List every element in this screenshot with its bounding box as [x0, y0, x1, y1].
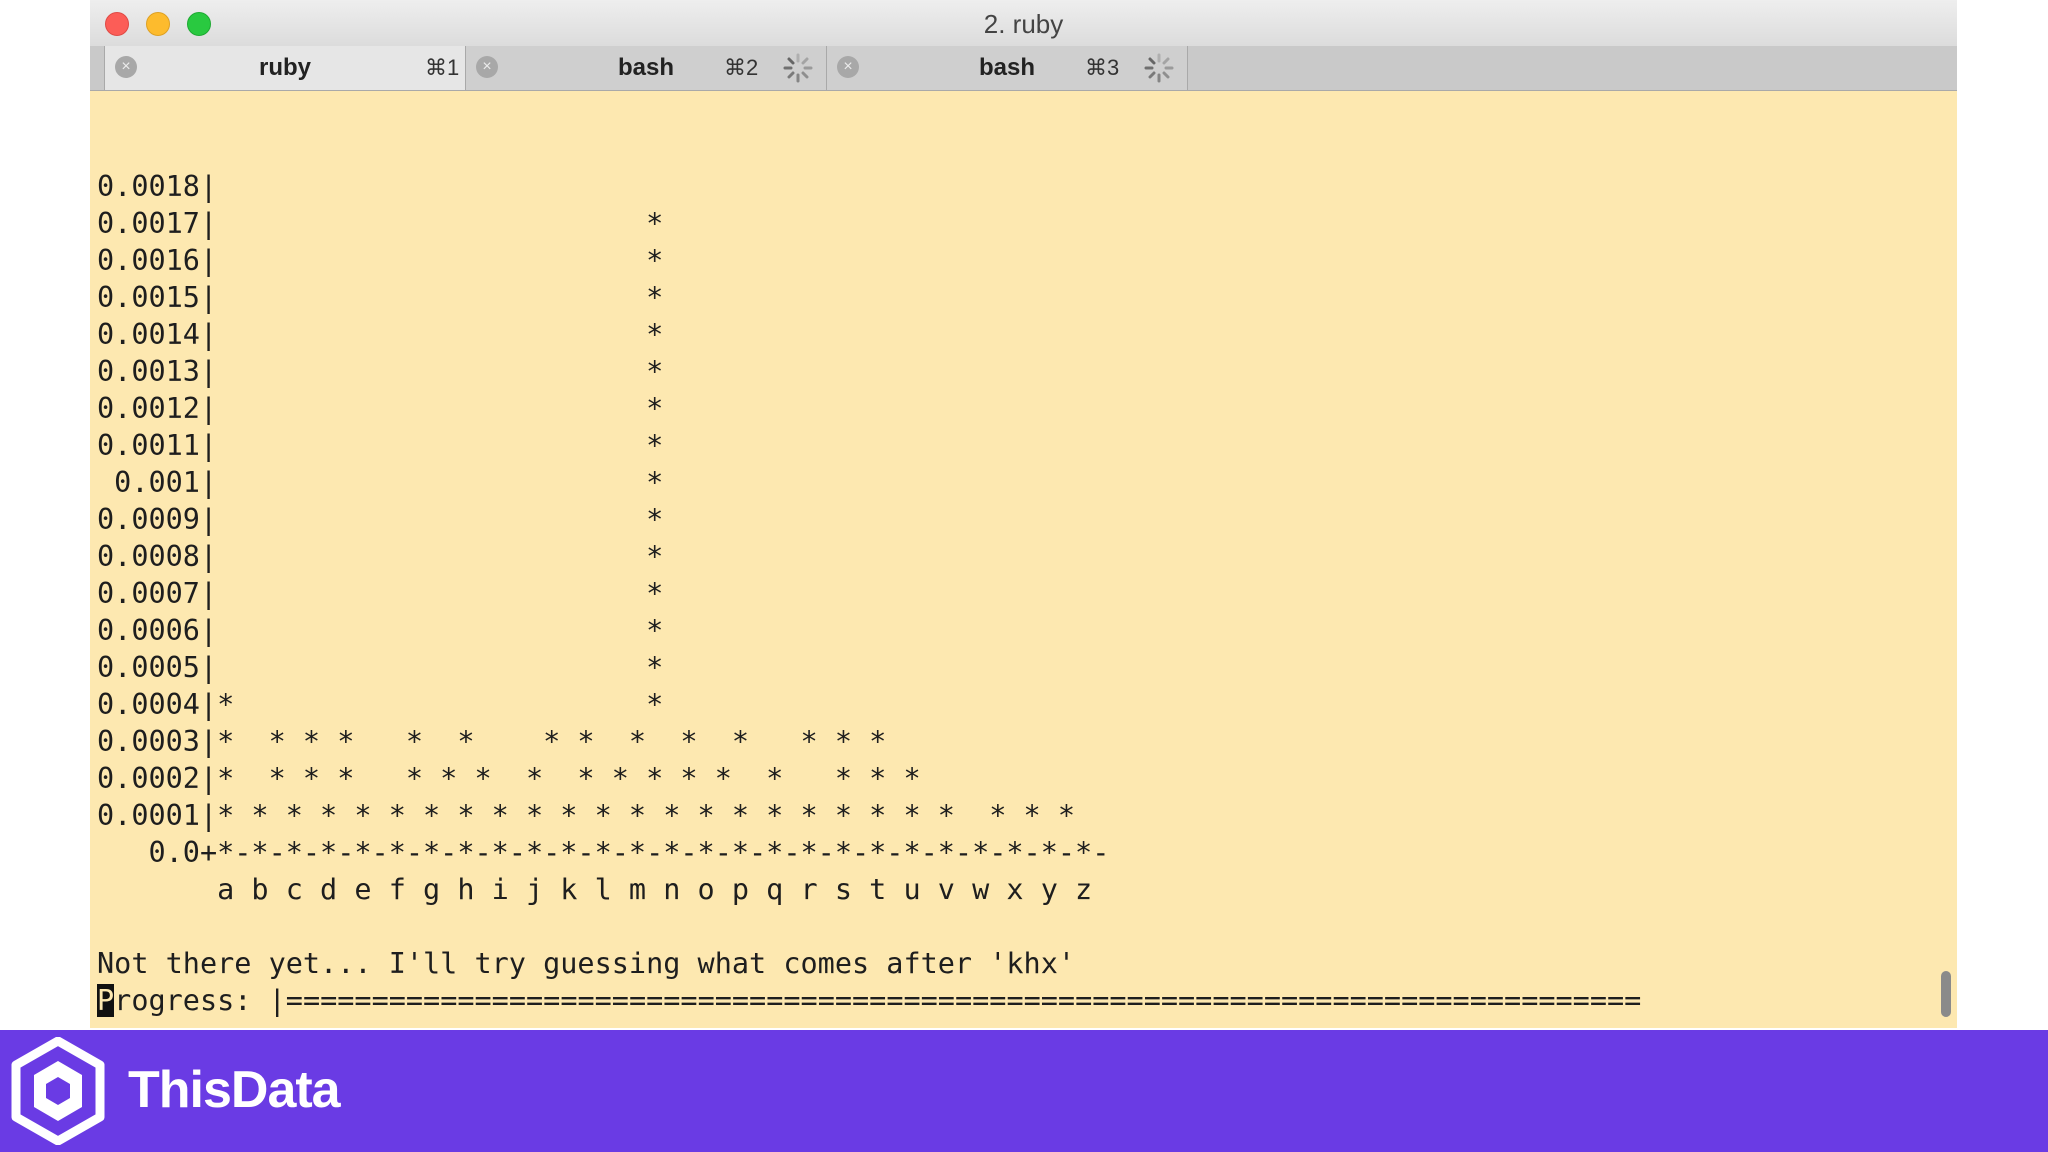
- chart-line: 0.0015| *: [97, 281, 664, 314]
- brand-footer: ThisData: [0, 1030, 2048, 1152]
- chart-line: 0.0016| *: [97, 244, 664, 277]
- chart-line: 0.0007| *: [97, 577, 664, 610]
- brand-name: ThisData: [128, 1061, 341, 1119]
- chart-line: 0.0002|* * * * * * * * * * * * * * * * *: [97, 762, 921, 795]
- chart-axis-line: 0.0+*-*-*-*-*-*-*-*-*-*-*-*-*-*-*-*-*-*-…: [97, 836, 1110, 869]
- chart-line: 0.0014| *: [97, 318, 664, 351]
- chart-line: 0.0013| *: [97, 355, 664, 388]
- chart-line: 0.0005| *: [97, 651, 664, 684]
- progress-bar: |=======================================…: [268, 984, 1642, 1017]
- progress-label: rogress:: [114, 984, 252, 1017]
- scrollbar-thumb[interactable]: [1941, 971, 1951, 1017]
- chart-line: 0.0008| *: [97, 540, 664, 573]
- chart-line: 0.0017| *: [97, 207, 664, 240]
- window-title: 2. ruby: [983, 9, 1064, 39]
- tab-bash-3[interactable]: × bash ⌘3: [827, 46, 1188, 90]
- tab-label: bash: [617, 54, 674, 81]
- chart-line: 0.0006| *: [97, 614, 664, 647]
- chart-line: 0.0012| *: [97, 392, 664, 425]
- tab-shortcut: ⌘3: [1085, 55, 1120, 80]
- tab-ruby[interactable]: × ruby ⌘1: [104, 46, 466, 90]
- progress-line: Progress: |=============================…: [97, 983, 1641, 1019]
- chart-line: 0.001| *: [97, 466, 664, 499]
- chart-line: 0.0018|: [97, 170, 218, 203]
- title-bar: 2. ruby: [90, 0, 1957, 47]
- chart-line: 0.0001|* * * * * * * * * * * * * * * * *…: [97, 799, 1076, 832]
- chart-axis-labels: a b c d e f g h i j k l m n o p q r s t …: [97, 873, 1093, 906]
- thisdata-logo-icon: [11, 1037, 105, 1145]
- chart-line: 0.0003|* * * * * * * * * * * * * *: [97, 725, 887, 758]
- status-message: Not there yet... I'll try guessing what …: [97, 947, 1076, 980]
- tab-bash-2[interactable]: × bash ⌘2: [466, 46, 827, 90]
- terminal-output[interactable]: 0.0018| 0.0017| * 0.0016| * 0.0015| * 0.…: [90, 91, 1957, 1028]
- tab-shortcut: ⌘1: [425, 55, 460, 80]
- terminal-window: 2. ruby × ruby ⌘1 × bash ⌘2 × bash ⌘3 0.…: [90, 0, 1957, 1028]
- tab-bar: × ruby ⌘1 × bash ⌘2 × bash ⌘3: [90, 46, 1957, 91]
- text-cursor: P: [97, 984, 115, 1017]
- tab-shortcut: ⌘2: [724, 55, 759, 80]
- tab-label: bash: [978, 54, 1035, 81]
- chart-line: 0.0004|* *: [97, 688, 664, 721]
- chart-line: 0.0011| *: [97, 429, 664, 462]
- activity-spinner-icon: [783, 53, 813, 83]
- tab-label: ruby: [258, 54, 311, 81]
- chart-line: 0.0009| *: [97, 503, 664, 536]
- activity-spinner-icon: [1144, 53, 1174, 83]
